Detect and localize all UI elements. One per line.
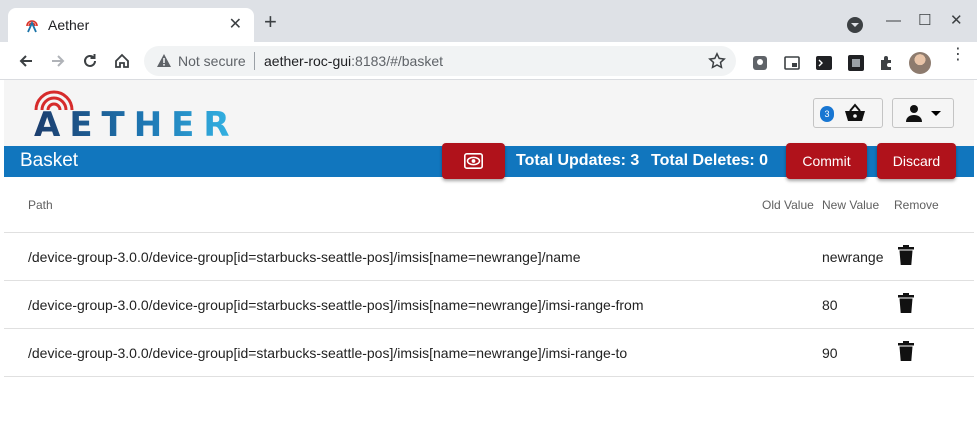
row-new-value: newrange bbox=[822, 249, 884, 265]
column-header-new-value: New Value bbox=[822, 198, 880, 212]
new-tab-icon[interactable]: + bbox=[264, 11, 277, 33]
row-path: /device-group-3.0.0/device-group[id=star… bbox=[28, 297, 644, 313]
row-path: /device-group-3.0.0/device-group[id=star… bbox=[28, 345, 628, 361]
basket-button[interactable]: 3 bbox=[813, 98, 883, 128]
eye-icon bbox=[464, 153, 483, 169]
commit-button[interactable]: Commit bbox=[786, 143, 867, 179]
profile-avatar[interactable] bbox=[909, 52, 931, 74]
basket-count-badge: 3 bbox=[820, 106, 834, 122]
aether-favicon-icon bbox=[26, 20, 38, 33]
user-icon bbox=[906, 105, 922, 122]
extension-icon-1[interactable] bbox=[752, 55, 768, 71]
extensions-puzzle-icon[interactable] bbox=[878, 55, 894, 71]
tab-search-icon[interactable] bbox=[847, 17, 863, 33]
app-root: AETHER 3 Basket Total Updates: 3 Total D… bbox=[4, 80, 974, 428]
svg-text:AETHER: AETHER bbox=[34, 105, 239, 142]
delete-icon[interactable] bbox=[898, 245, 914, 265]
page-title: Basket bbox=[20, 150, 79, 171]
delete-icon[interactable] bbox=[898, 341, 914, 361]
forward-icon[interactable] bbox=[46, 49, 70, 73]
total-updates: Total Updates: 3 bbox=[516, 152, 640, 169]
column-header-remove: Remove bbox=[894, 198, 939, 212]
back-icon[interactable] bbox=[14, 49, 38, 73]
user-menu-button[interactable] bbox=[892, 98, 954, 128]
url-separator bbox=[254, 52, 255, 70]
caret-down-icon bbox=[931, 111, 941, 116]
minimize-icon[interactable]: — bbox=[886, 12, 901, 30]
home-icon[interactable] bbox=[110, 49, 134, 73]
view-changes-button[interactable] bbox=[442, 143, 505, 179]
total-deletes: Total Deletes: 0 bbox=[651, 152, 769, 169]
delete-icon[interactable] bbox=[898, 293, 914, 313]
url-text[interactable]: aether-roc-gui:8183/#/basket bbox=[264, 53, 443, 69]
bookmark-star-icon[interactable] bbox=[708, 52, 726, 70]
column-header-path: Path bbox=[28, 198, 53, 212]
app-header: AETHER 3 bbox=[4, 80, 974, 146]
browser-toolbar: Not secure aether-roc-gui:8183/#/basket … bbox=[0, 42, 977, 80]
extension-icon-2[interactable] bbox=[848, 55, 864, 71]
aether-logo[interactable]: AETHER bbox=[32, 86, 302, 142]
tab-title: Aether bbox=[48, 17, 90, 33]
table-header: Path Old Value New Value Remove bbox=[4, 177, 974, 233]
maximize-icon[interactable]: ☐ bbox=[918, 12, 931, 30]
picture-in-picture-icon[interactable] bbox=[784, 55, 800, 71]
window-close-icon[interactable]: ✕ bbox=[950, 12, 963, 30]
shopping-basket-icon bbox=[845, 103, 865, 121]
row-new-value: 90 bbox=[822, 345, 838, 361]
browser-tab[interactable]: Aether ✕ bbox=[8, 8, 254, 42]
table-row: /device-group-3.0.0/device-group[id=star… bbox=[4, 233, 974, 281]
table-row: /device-group-3.0.0/device-group[id=star… bbox=[4, 329, 974, 377]
table-row: /device-group-3.0.0/device-group[id=star… bbox=[4, 281, 974, 329]
basket-titlebar: Basket Total Updates: 3 Total Deletes: 0… bbox=[4, 143, 974, 179]
terminal-extension-icon[interactable] bbox=[816, 55, 832, 71]
reload-icon[interactable] bbox=[78, 49, 102, 73]
browser-menu-icon[interactable]: ⋮ bbox=[950, 47, 966, 63]
security-label[interactable]: Not secure bbox=[178, 53, 246, 69]
column-header-old-value: Old Value bbox=[762, 198, 814, 212]
discard-button[interactable]: Discard bbox=[877, 143, 956, 179]
address-bar[interactable]: Not secure aether-roc-gui:8183/#/basket bbox=[144, 46, 736, 76]
warning-icon[interactable] bbox=[156, 53, 172, 69]
row-new-value: 80 bbox=[822, 297, 838, 313]
row-path: /device-group-3.0.0/device-group[id=star… bbox=[28, 249, 581, 265]
basket-table: Path Old Value New Value Remove /device-… bbox=[4, 177, 974, 377]
browser-tabstrip: Aether ✕ + — ☐ ✕ bbox=[0, 0, 977, 42]
tab-close-icon[interactable]: ✕ bbox=[229, 14, 242, 34]
